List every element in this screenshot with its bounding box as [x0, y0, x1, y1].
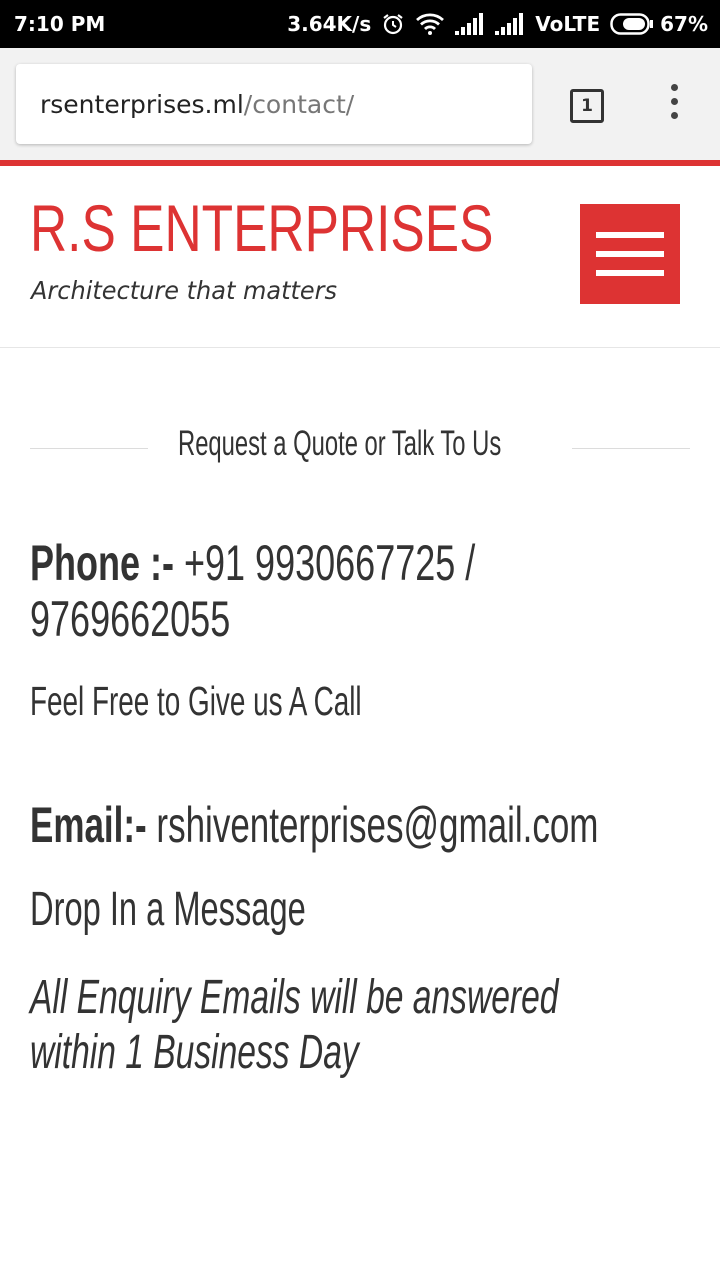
alarm-icon [383, 14, 403, 35]
wifi-icon [416, 13, 445, 35]
url-host: rsenterprises.ml [40, 89, 244, 119]
divider [30, 448, 148, 449]
section-heading-row: Request a Quote or Talk To Us [30, 422, 690, 472]
section-heading: Request a Quote or Talk To Us [178, 424, 502, 463]
signal-icon-2 [495, 13, 524, 35]
status-icons: 3.64K/s VoLTE 67% [287, 12, 708, 36]
battery-status: 67% [610, 12, 708, 36]
hamburger-line [596, 270, 664, 276]
site-tagline: Architecture that matters [31, 276, 338, 305]
email-address[interactable]: rshiventerprises@gmail.com [147, 797, 598, 853]
hamburger-line [596, 232, 664, 238]
overflow-menu-icon[interactable] [664, 84, 684, 128]
menu-toggle-button[interactable] [580, 204, 680, 304]
phone-number-alt[interactable]: 9769662055 [30, 590, 230, 648]
phone-label: Phone :- [30, 535, 174, 591]
address-bar[interactable]: rsenterprises.ml/contact/ [16, 64, 532, 144]
status-time: 7:10 PM [14, 12, 106, 36]
hamburger-line [596, 251, 664, 257]
enquiry-note-line1: All Enquiry Emails will be answered [30, 971, 559, 1024]
tab-switcher-button[interactable]: 1 [570, 89, 604, 123]
enquiry-note-line2: within 1 Business Day [30, 1026, 359, 1079]
phone-line: Phone :- +91 9930667725 / [30, 534, 475, 592]
drop-message-text: Drop In a Message [30, 883, 306, 936]
status-bar: 7:10 PM 3.64K/s VoLTE 67% [0, 0, 720, 48]
site-header: R.S ENTERPRISES Architecture that matter… [0, 166, 720, 348]
email-line: Email:- rshiventerprises@gmail.com [30, 796, 598, 854]
email-label: Email:- [30, 797, 147, 853]
network-type: VoLTE [535, 12, 601, 36]
call-text: Feel Free to Give us A Call [30, 678, 362, 724]
signal-icon-1 [455, 13, 484, 35]
battery-icon [610, 13, 654, 35]
phone-number[interactable]: +91 9930667725 / [174, 535, 475, 591]
browser-toolbar: rsenterprises.ml/contact/ 1 [0, 48, 720, 160]
url-path: /contact/ [243, 89, 355, 119]
battery-level: 67% [660, 12, 708, 36]
network-speed: 3.64K/s [287, 12, 372, 36]
divider [572, 448, 690, 449]
site-title-link[interactable]: R.S ENTERPRISES [30, 190, 493, 266]
